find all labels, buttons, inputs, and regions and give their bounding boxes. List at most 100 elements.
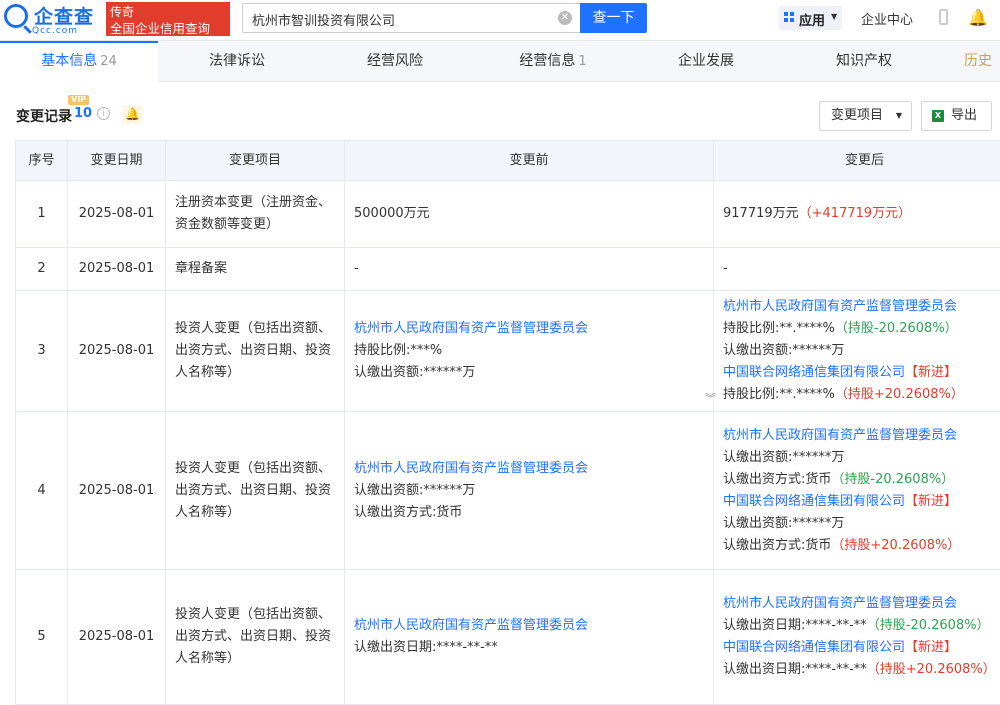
change-item-filter[interactable]: 变更项目 ▼ [819, 101, 912, 131]
excel-icon: X [932, 110, 944, 122]
qcc-logo[interactable]: 企查查 Qcc.com [4, 4, 104, 36]
row-after: - [714, 248, 1000, 291]
shareholder-link[interactable]: 杭州市人民政府国有资产监督管理委员会 [354, 461, 588, 476]
row-item: 章程备案 [166, 248, 345, 291]
shareholder-link[interactable]: 中国联合网络通信集团有限公司 [723, 365, 905, 380]
before-content: 500000万元 [354, 203, 704, 225]
tab-label: 基本信息 [41, 53, 97, 69]
row-item: 投资人变更（包括出资额、出资方式、出资日期、投资人名称等） [166, 412, 345, 570]
tab-litigation[interactable]: 法律诉讼 [158, 41, 316, 81]
chevron-down-icon: ▼ [896, 102, 902, 130]
shareholder-link[interactable]: 杭州市人民政府国有资产监督管理委员会 [723, 299, 957, 314]
change-line: 中国联合网络通信集团有限公司【新进】 [723, 491, 1000, 513]
tab-ip[interactable]: 知识产权 [780, 41, 948, 81]
logo-domain: Qcc.com [32, 26, 78, 36]
section-count: 10 [74, 106, 92, 121]
shareholder-link[interactable]: 杭州市人民政府国有资产监督管理委员会 [723, 428, 957, 443]
table-row: 32025-08-01投资人变更（包括出资额、出资方式、出资日期、投资人名称等）… [16, 291, 1000, 412]
row-date: 2025-08-01 [68, 291, 166, 412]
change-text: 认缴出资日期:****-**-** [354, 640, 498, 655]
change-line: 认缴出资额:******万 [723, 340, 1000, 362]
change-delta: 【新进】 [905, 494, 957, 509]
row-after: 杭州市人民政府国有资产监督管理委员会认缴出资额:******万认缴出资方式:货币… [714, 412, 1000, 570]
change-line: 杭州市人民政府国有资产监督管理委员会 [723, 296, 1000, 318]
shareholder-link[interactable]: 杭州市人民政府国有资产监督管理委员会 [354, 321, 588, 336]
tab-development[interactable]: 企业发展 [632, 41, 780, 81]
shareholder-link[interactable]: 杭州市人民政府国有资产监督管理委员会 [354, 618, 588, 633]
bell-icon[interactable]: 🔔 [968, 8, 988, 27]
clear-icon[interactable]: ✕ [558, 11, 572, 25]
tab-count: 1 [578, 54, 586, 69]
change-delta: （持股+20.2608%） [835, 387, 964, 402]
change-line: - [723, 258, 1000, 280]
change-text: 认缴出资额:******万 [723, 450, 844, 465]
change-text: 认缴出资额:******万 [723, 516, 844, 531]
top-bar: 企查查 Qcc.com 传奇 全国企业信用查询 杭州市智训投资有限公司 ✕ 查一… [0, 0, 1000, 41]
change-line: 认缴出资日期:****-**-**（持股+20.2608%） [723, 659, 1000, 681]
search-input[interactable]: 杭州市智训投资有限公司 ✕ [242, 3, 580, 33]
change-text: 认缴出资额:******万 [354, 483, 475, 498]
change-line: 杭州市人民政府国有资产监督管理委员会 [354, 318, 704, 340]
tab-count: 24 [100, 54, 117, 69]
shareholder-link[interactable]: 中国联合网络通信集团有限公司 [723, 494, 905, 509]
row-date: 2025-08-01 [68, 181, 166, 248]
change-text: 500000万元 [354, 206, 430, 221]
change-line: - [354, 258, 704, 280]
change-line: 认缴出资方式:货币（持股-20.2608%） [723, 469, 1000, 491]
after-content: 917719万元（+417719万元） [723, 203, 1000, 225]
change-line: 认缴出资额:******万 [354, 480, 704, 502]
phone-icon[interactable] [939, 9, 948, 25]
change-line: 认缴出资日期:****-**-**（持股-20.2608%） [723, 615, 1000, 637]
row-after: 杭州市人民政府国有资产监督管理委员会持股比例:**.****%（持股-20.26… [714, 291, 1000, 412]
subscribe-bell-icon[interactable]: 🔔 [122, 105, 143, 124]
change-text: 认缴出资方式:货币 [723, 472, 831, 487]
shareholder-link[interactable]: 中国联合网络通信集团有限公司 [723, 640, 905, 655]
row-no: 2 [16, 248, 68, 291]
before-content: 杭州市人民政府国有资产监督管理委员会认缴出资额:******万认缴出资方式:货币 [354, 458, 704, 524]
tab-history[interactable]: 历史 [948, 41, 1000, 81]
logo-text: 企查查 [34, 2, 94, 29]
change-delta: （持股-20.2608%） [831, 472, 954, 487]
tab-business-info[interactable]: 经营信息1 [474, 41, 632, 81]
row-no: 5 [16, 570, 68, 705]
ad-banner[interactable]: 传奇 全国企业信用查询 [106, 2, 230, 36]
change-line: 917719万元（+417719万元） [723, 203, 1000, 225]
change-line: 认缴出资日期:****-**-** [354, 637, 704, 659]
section-title: 变更记录 [16, 106, 72, 126]
tab-basic-info[interactable]: 基本信息24 [0, 41, 158, 82]
row-no: 4 [16, 412, 68, 570]
row-date: 2025-08-01 [68, 412, 166, 570]
change-line: 认缴出资额:******万 [723, 447, 1000, 469]
after-content: 杭州市人民政府国有资产监督管理委员会持股比例:**.****%（持股-20.26… [723, 296, 1000, 406]
apps-menu[interactable]: 应用 ▼ [779, 6, 842, 30]
expand-chevron-icon[interactable]: ︾ [705, 390, 716, 406]
row-after: 917719万元（+417719万元） [714, 181, 1000, 248]
info-icon[interactable]: i [97, 107, 110, 120]
tab-label: 知识产权 [836, 53, 892, 69]
change-records-table: 序号 变更日期 变更项目 变更前 变更后 12025-08-01注册资本变更（注… [15, 140, 1000, 705]
col-header-no: 序号 [16, 141, 68, 181]
change-delta: （持股+20.2608%） [867, 662, 996, 677]
enterprise-center-link[interactable]: 企业中心 [861, 9, 913, 28]
change-text: - [354, 261, 359, 276]
row-item: 投资人变更（包括出资额、出资方式、出资日期、投资人名称等） [166, 291, 345, 412]
tab-business-risk[interactable]: 经营风险 [316, 41, 474, 81]
logo-search-icon [4, 4, 28, 28]
before-content: 杭州市人民政府国有资产监督管理委员会认缴出资日期:****-**-** [354, 615, 704, 659]
table-row: 42025-08-01投资人变更（包括出资额、出资方式、出资日期、投资人名称等）… [16, 412, 1000, 570]
change-line: 中国联合网络通信集团有限公司【新进】 [723, 637, 1000, 659]
tab-bar: 基本信息24 法律诉讼 经营风险 经营信息1 企业发展 知识产权 历史 [0, 41, 1000, 82]
col-header-date: 变更日期 [68, 141, 166, 181]
table-row: 12025-08-01注册资本变更（注册资金、资金数额等变更）500000万元9… [16, 181, 1000, 248]
col-header-item: 变更项目 [166, 141, 345, 181]
filter-label: 变更项目 [831, 108, 883, 123]
change-delta: （持股-20.2608%） [835, 321, 958, 336]
row-item: 注册资本变更（注册资金、资金数额等变更） [166, 181, 345, 248]
export-button[interactable]: X 导出 [921, 101, 992, 131]
after-content: 杭州市人民政府国有资产监督管理委员会认缴出资额:******万认缴出资方式:货币… [723, 425, 1000, 557]
change-line: 认缴出资额:******万 [354, 362, 704, 384]
row-date: 2025-08-01 [68, 570, 166, 705]
search-button[interactable]: 查一下 [580, 3, 647, 33]
chevron-down-icon: ▼ [831, 12, 837, 21]
shareholder-link[interactable]: 杭州市人民政府国有资产监督管理委员会 [723, 596, 957, 611]
